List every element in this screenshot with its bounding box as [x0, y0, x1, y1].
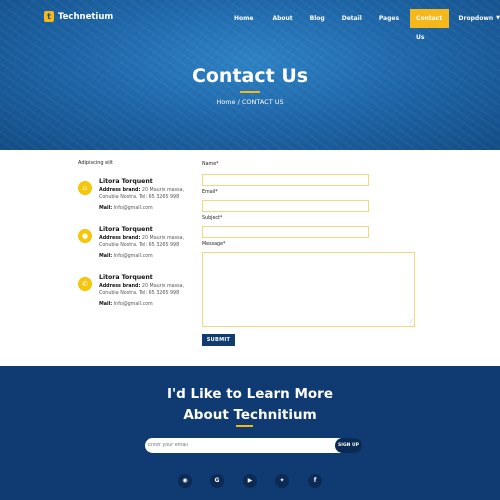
logo[interactable]: t Technetium [44, 11, 113, 22]
address-label: Address brand: [99, 236, 141, 241]
mail-line: Mail: Info@gmail.com [99, 302, 153, 307]
name-field[interactable] [202, 174, 369, 186]
home-icon: ⌂ [78, 181, 92, 195]
subject-label: Subject* [202, 216, 223, 221]
newsletter-email-input[interactable] [145, 438, 341, 453]
title-underline [240, 91, 260, 93]
email-label: Email* [202, 190, 218, 195]
subject-field[interactable] [202, 226, 369, 238]
nav-dropdown[interactable]: Dropdown ▼ [459, 15, 500, 22]
page-title: Contact Us [191, 65, 309, 87]
footer-title: I'd Like to Learn More About Technitium [0, 384, 500, 426]
nav-dropdown-label: Dropdown [458, 14, 494, 22]
address-line: Address brand: 20 Mauris massa, [99, 188, 184, 193]
mail-value[interactable]: Info@gmail.com [114, 302, 153, 307]
footer: I'd Like to Learn More About Technitium … [0, 366, 500, 500]
chevron-down-icon: ▼ [496, 15, 500, 21]
address-line: Address brand: 20 Mauris massa, [99, 236, 184, 241]
message-textarea[interactable]: ⟋ [202, 252, 415, 327]
nav-detail[interactable]: Detail [342, 15, 362, 22]
contact-section: Adipiscing elit ⌂ Litora Torquent Addres… [0, 150, 500, 366]
address-line-2: Conubia Nostra. Tel: 65 3265 998 [99, 291, 180, 296]
email-field[interactable] [202, 200, 369, 212]
main-menu: Home About Blog Detail Pages Contact Us … [229, 8, 500, 41]
address-value: 20 Mauris massa, [141, 236, 185, 241]
top-navbar: t Technetium Home About Blog Detail Page… [0, 8, 500, 41]
footer-title-line-1: I'd Like to Learn More [166, 386, 333, 402]
mail-line: Mail: Info@gmail.com [99, 254, 153, 259]
mail-value[interactable]: Info@gmail.com [114, 206, 153, 211]
logo-text: Technetium [58, 11, 114, 22]
google-icon[interactable]: G [210, 474, 224, 488]
youtube-icon[interactable]: ▶ [243, 474, 257, 488]
address-label: Address brand: [99, 188, 141, 193]
signup-button[interactable]: SIGN UP [335, 438, 362, 453]
mail-label: Mail: [99, 302, 113, 307]
nav-pages[interactable]: Pages [379, 15, 399, 22]
phone-icon: ✆ [78, 277, 92, 291]
address-name: Litora Torquent [99, 274, 153, 281]
address-line-2: Conubia Nostra. Tel: 65 3265 998 [99, 243, 180, 248]
mail-line: Mail: Info@gmail.com [99, 206, 153, 211]
nav-contact-us[interactable]: Contact Us [410, 8, 449, 41]
footer-title-line-2: About Technitium [183, 407, 317, 423]
addresses-heading: Adipiscing elit [78, 160, 113, 166]
mail-label: Mail: [99, 206, 113, 211]
nav-about[interactable]: About [272, 15, 292, 22]
resize-handle-icon[interactable]: ⟋ [409, 320, 413, 325]
hero-banner: t Technetium Home About Blog Detail Page… [0, 0, 500, 150]
breadcrumb: Home / CONTACT US [216, 98, 284, 106]
nav-home[interactable]: Home [234, 15, 253, 22]
mail-label: Mail: [99, 254, 113, 259]
address-value: 20 Mauris massa, [141, 188, 185, 193]
address-name: Litora Torquent [99, 178, 153, 185]
mail-value[interactable]: Info@gmail.com [114, 254, 153, 259]
footer-title-underline [236, 425, 253, 427]
name-label: Name* [202, 162, 219, 167]
address-label: Address brand: [99, 284, 141, 289]
logo-badge-icon: t [44, 11, 54, 22]
address-line: Address brand: 20 Mauris massa, [99, 284, 184, 289]
address-line-2: Conubia Nostra. Tel: 65 3265 998 [99, 195, 180, 200]
twitter-icon[interactable]: ✦ [275, 474, 289, 488]
github-icon[interactable]: ◉ [178, 474, 192, 488]
address-name: Litora Torquent [99, 226, 153, 233]
nav-blog[interactable]: Blog [310, 15, 325, 22]
address-value: 20 Mauris massa, [141, 284, 185, 289]
message-label: Message* [202, 242, 226, 247]
newsletter-form: SIGN UP [145, 438, 362, 453]
facebook-icon[interactable]: f [308, 474, 322, 488]
pin-icon: ● [78, 229, 92, 243]
submit-button[interactable]: SUBMIT [202, 334, 235, 346]
social-links: ◉ G ▶ ✦ f [0, 474, 500, 488]
